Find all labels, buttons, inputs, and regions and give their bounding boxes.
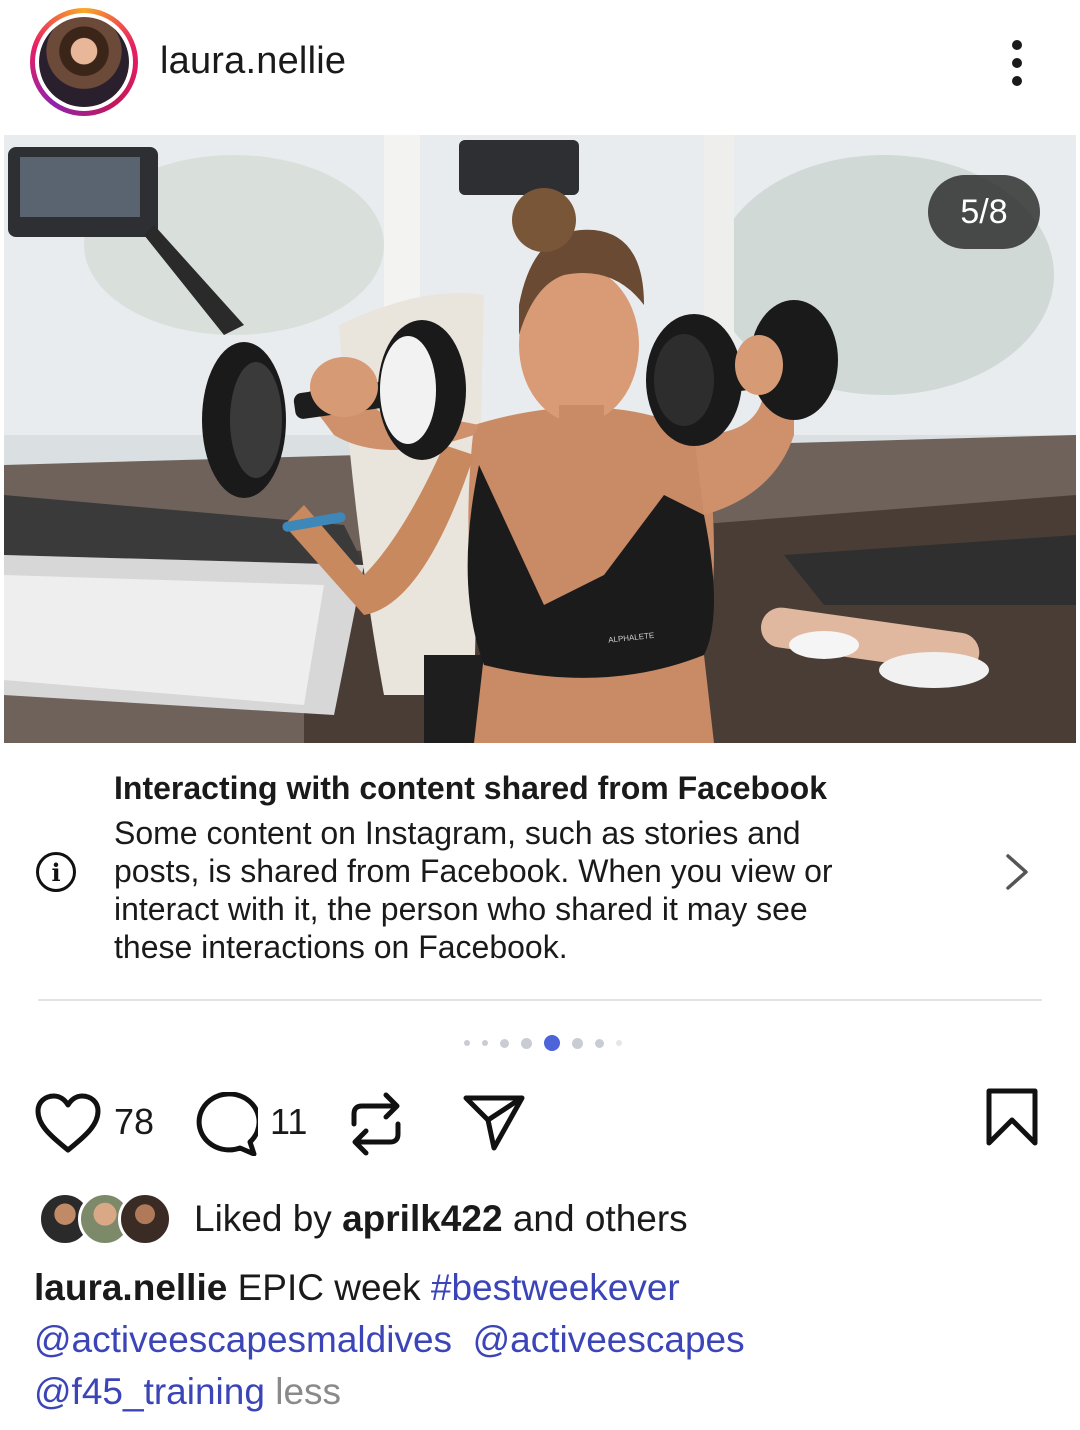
comment-icon[interactable] [192,1091,262,1157]
carousel-dot [500,1038,509,1048]
carousel-dot [464,1040,470,1046]
bookmark-icon[interactable] [984,1088,1040,1148]
heart-icon[interactable] [34,1092,102,1154]
post-photo[interactable]: ALPHALETE [4,135,1076,743]
notice-title: Interacting with content shared from Fac… [114,770,827,806]
carousel-dot [521,1037,532,1049]
more-options-icon[interactable] [996,36,1040,90]
avatar-border [35,13,133,111]
caption-hashtag[interactable]: #bestweekever [431,1267,680,1308]
repost-icon[interactable] [346,1090,406,1158]
caption-mention[interactable]: @activeescapes [473,1319,745,1360]
carousel-dot [572,1037,583,1049]
carousel-counter: 5/8 [928,175,1040,249]
liked-by-user[interactable]: aprilk422 [342,1198,502,1239]
post-username[interactable]: laura.nellie [160,40,346,83]
send-icon[interactable] [462,1094,526,1152]
info-glyph: i [51,857,61,887]
liked-by-prefix: Liked by [194,1198,332,1239]
carousel-dot [616,1040,622,1046]
liker-avatars[interactable] [38,1192,172,1248]
comment-count[interactable]: 11 [270,1101,307,1143]
notice-body[interactable]: Some content on Instagram, such as stori… [114,814,934,966]
chevron-right-icon[interactable] [998,852,1038,892]
notice-line: these interactions on Facebook. [114,929,568,965]
photo-illustration: ALPHALETE [4,135,1076,743]
notice-line: interact with it, the person who shared … [114,891,808,927]
carousel-dot [482,1040,488,1046]
caption-text: EPIC week [237,1267,421,1308]
notice-line: Some content on Instagram, such as stori… [114,815,801,851]
caption-username[interactable]: laura.nellie [34,1267,227,1308]
divider [38,999,1042,1001]
liked-by-suffix[interactable]: and others [513,1198,688,1239]
carousel-dot-active [544,1035,560,1051]
info-icon: i [36,852,76,892]
like-count[interactable]: 78 [114,1101,154,1143]
avatar-image [39,17,129,107]
carousel-indicator [464,1035,622,1051]
caption-mention[interactable]: @activeescapesmaldives [34,1319,452,1360]
notice-line: posts, is shared from Facebook. When you… [114,853,833,889]
profile-avatar[interactable] [30,8,138,116]
caption-less-link[interactable]: less [275,1371,341,1412]
carousel-dot [595,1038,604,1048]
liked-by-text[interactable]: Liked by aprilk422 and others [194,1198,688,1240]
post-caption: laura.nellie EPIC week #bestweekever @ac… [34,1262,1044,1418]
caption-mention[interactable]: @f45_training [34,1371,265,1412]
avatar [118,1192,172,1246]
